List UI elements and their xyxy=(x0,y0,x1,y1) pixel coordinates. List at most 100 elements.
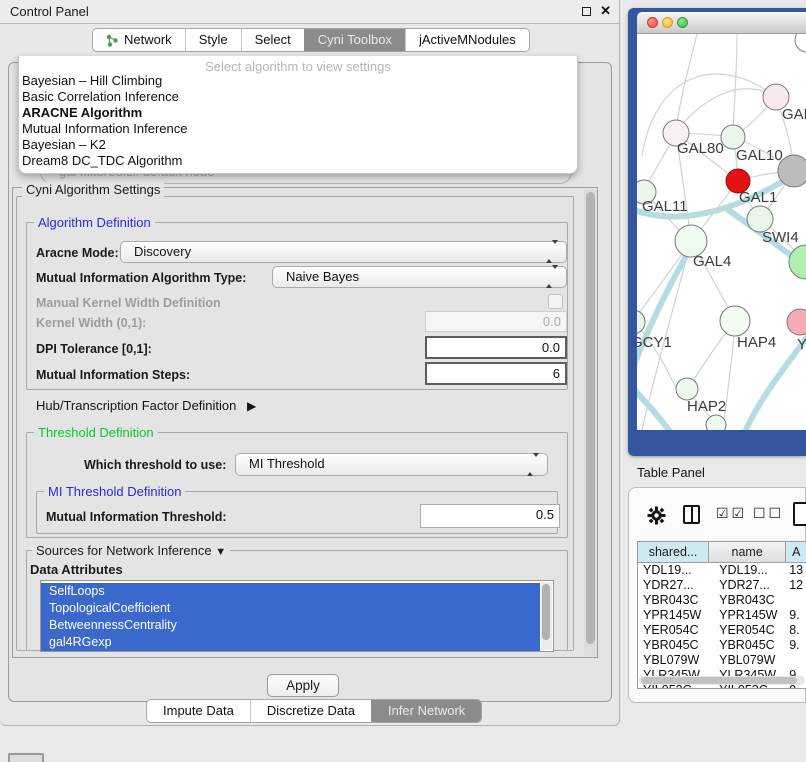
network-window-titlebar[interactable] xyxy=(637,12,806,34)
settings-vertical-scrollbar[interactable] xyxy=(584,189,596,656)
close-icon[interactable]: ✕ xyxy=(600,3,611,19)
apply-button[interactable]: Apply xyxy=(267,674,339,697)
dropdown-item[interactable]: Bayesian – K2 xyxy=(19,137,577,153)
node-partial-bottom[interactable] xyxy=(706,415,726,430)
node-gcy1[interactable] xyxy=(637,310,645,334)
tab-style[interactable]: Style xyxy=(185,29,241,51)
tab-cyni-toolbox[interactable]: Cyni Toolbox xyxy=(304,29,405,51)
tab-jactivemnodules[interactable]: jActiveMNodules xyxy=(405,29,529,51)
dropdown-item[interactable]: Mutual Information Inference xyxy=(19,121,577,137)
cell: YDL19... xyxy=(638,563,709,578)
column-header-name[interactable]: name xyxy=(709,542,786,562)
table-row[interactable]: YER054C YER054C 8. xyxy=(638,623,806,638)
kernel-width-label: Kernel Width (0,1): xyxy=(36,316,146,330)
list-vertical-scrollbar[interactable] xyxy=(541,582,552,650)
combo-stepper-icon xyxy=(527,455,539,475)
tab-label: Infer Network xyxy=(388,700,465,722)
cell: YBR043C xyxy=(638,593,709,608)
data-attributes-list[interactable]: SelfLoops TopologicalCoefficient Between… xyxy=(40,580,554,652)
float-window-icon[interactable] xyxy=(582,7,591,16)
node-green-bright[interactable] xyxy=(789,245,806,279)
column-header-partial[interactable]: A xyxy=(786,542,806,562)
kernel-width-field[interactable]: 0.0 xyxy=(425,311,567,332)
dpi-tolerance-field[interactable]: 0.0 xyxy=(425,336,567,359)
gear-icon[interactable] xyxy=(647,506,666,525)
table-row[interactable]: YBL079W YBL079W xyxy=(638,653,806,668)
zoom-traffic-light[interactable] xyxy=(677,17,688,28)
table-panel-title: Table Panel xyxy=(637,465,705,480)
combo-stepper-icon xyxy=(546,267,558,287)
cell: 9. xyxy=(786,638,806,653)
node-hap4[interactable] xyxy=(720,306,750,336)
which-threshold-combo[interactable]: MI Threshold xyxy=(235,453,548,476)
node-y-pink[interactable] xyxy=(787,309,806,335)
new-table-icon[interactable] xyxy=(793,502,806,526)
list-item[interactable]: SelfLoops xyxy=(41,583,540,600)
tab-network[interactable]: Network xyxy=(93,29,185,51)
hub-definition-toggle[interactable]: Hub/Transcription Factor Definition ▶ xyxy=(36,398,256,413)
manual-kernel-checkbox[interactable] xyxy=(548,294,563,309)
sources-title-label: Sources for Network Inference xyxy=(36,543,212,558)
node-hap2[interactable] xyxy=(676,378,698,400)
collapse-arrow-icon: ▶ xyxy=(247,399,256,413)
dropdown-item-selected[interactable]: ARACNE Algorithm xyxy=(19,105,577,121)
node-table: shared... name A YDL19... YDL19... 13 YD… xyxy=(637,541,806,689)
list-item[interactable]: gal4RGexp xyxy=(41,634,540,651)
manual-kernel-label: Manual Kernel Width Definition xyxy=(36,296,221,310)
minimize-traffic-light[interactable] xyxy=(662,17,673,28)
table-header-row: shared... name A xyxy=(638,542,806,563)
node-label: Y xyxy=(797,336,806,353)
close-traffic-light[interactable] xyxy=(647,17,658,28)
cell xyxy=(786,593,806,608)
node-label: GAL80 xyxy=(677,140,724,157)
dropdown-placeholder: Select algorithm to view settings xyxy=(19,56,577,73)
tab-infer-network[interactable]: Infer Network xyxy=(371,700,481,722)
data-attributes-label: Data Attributes xyxy=(30,562,123,577)
top-tabbar: Network Style Select Cyni Toolbox jActiv… xyxy=(92,28,530,52)
table-panel: ☑☑ ☐☐ shared... name A YDL19... YDL19...… xyxy=(628,487,806,703)
table-row[interactable]: YPR145W YPR145W 9. xyxy=(638,608,806,623)
mi-type-combo[interactable]: Naive Bayes xyxy=(272,266,567,288)
hub-definition-label: Hub/Transcription Factor Definition xyxy=(36,398,236,413)
table-row[interactable]: YDR27... YDR27... 12 xyxy=(638,578,806,593)
tab-label: Discretize Data xyxy=(267,700,355,722)
node-partial-top[interactable] xyxy=(795,34,806,52)
columns-icon[interactable] xyxy=(683,505,700,524)
tab-label: jActiveMNodules xyxy=(419,29,516,51)
cell: YER054C xyxy=(709,623,786,638)
aracne-mode-combo[interactable]: Discovery xyxy=(120,241,567,263)
tab-select[interactable]: Select xyxy=(241,29,304,51)
tab-discretize-data[interactable]: Discretize Data xyxy=(250,700,371,722)
tab-impute-data[interactable]: Impute Data xyxy=(147,700,250,722)
list-item[interactable]: TopologicalCoefficient xyxy=(41,600,540,617)
node-label: GAL10 xyxy=(736,147,783,164)
tab-label: Impute Data xyxy=(163,700,234,722)
node-label: GAL11 xyxy=(642,198,688,215)
dpi-tolerance-label: DPI Tolerance [0,1]: xyxy=(36,342,152,356)
node-label: HAP2 xyxy=(687,398,726,415)
list-item[interactable]: BetweennessCentrality xyxy=(41,617,540,634)
table-horizontal-scrollbar[interactable] xyxy=(639,676,805,685)
column-header-shared-name[interactable]: shared... xyxy=(638,542,709,562)
table-row[interactable]: YBR045C YBR045C 9. xyxy=(638,638,806,653)
sources-group-title[interactable]: Sources for Network Inference ▼ xyxy=(32,543,230,558)
dropdown-item[interactable]: Basic Correlation Inference xyxy=(19,89,577,105)
dropdown-item[interactable]: Bayesian – Hill Climbing xyxy=(19,73,577,89)
table-row[interactable]: YDL19... YDL19... 13 xyxy=(638,563,806,578)
control-panel-titlebar[interactable]: Control Panel ✕ xyxy=(0,0,619,24)
deselect-all-checkboxes-icon[interactable]: ☐☐ xyxy=(753,505,784,522)
screenshot-stage: Control Panel ✕ Network Style xyxy=(0,0,806,762)
select-all-checkboxes-icon[interactable]: ☑☑ xyxy=(716,505,747,522)
partial-toolbar-button[interactable] xyxy=(8,753,44,762)
node-label: SWI4 xyxy=(762,229,799,246)
network-canvas[interactable]: GAL GAL80 GAL10 GAL1 GAL11 SWI4 GAL4 GCY… xyxy=(637,34,806,430)
table-row[interactable]: YBR043C YBR043C xyxy=(638,593,806,608)
mi-steps-field[interactable]: 6 xyxy=(425,362,567,385)
mi-type-label: Mutual Information Algorithm Type: xyxy=(36,271,246,285)
cell: YER054C xyxy=(638,623,709,638)
node-gal10[interactable] xyxy=(721,125,745,149)
mi-threshold-label: Mutual Information Threshold: xyxy=(46,510,227,524)
mi-threshold-field[interactable]: 0.5 xyxy=(420,504,560,528)
network-view-window: GAL GAL80 GAL10 GAL1 GAL11 SWI4 GAL4 GCY… xyxy=(628,8,806,456)
dropdown-item[interactable]: Dream8 DC_TDC Algorithm xyxy=(19,153,577,169)
